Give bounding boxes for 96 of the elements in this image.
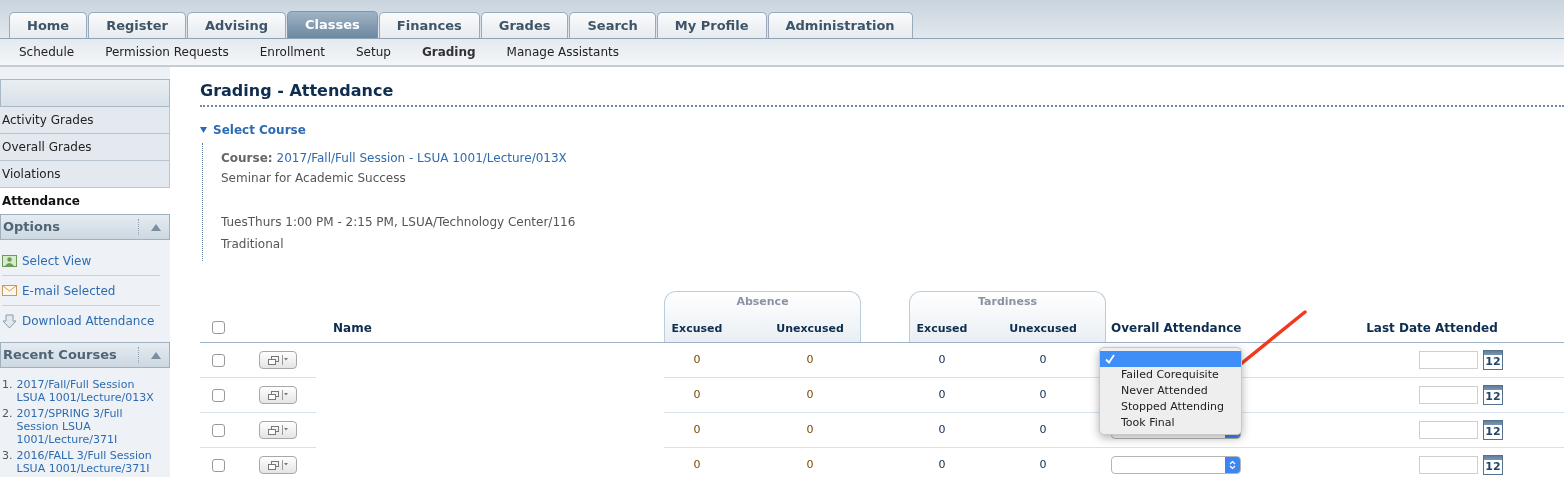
count-cell-text: 0 xyxy=(938,456,946,473)
nav-tab[interactable]: Finances xyxy=(378,12,480,38)
menu-option[interactable]: Failed Corequisite xyxy=(1100,367,1241,383)
row-actions-button[interactable] xyxy=(259,351,297,369)
section-toggle[interactable]: Select Course xyxy=(213,121,306,139)
subnav-link[interactable]: Manage Assistants xyxy=(506,43,619,61)
column-header: Unexcused xyxy=(776,320,844,337)
schedule-text: TuesThurs 1:00 PM - 2:15 PM, LSUA/Technology Center/116 xyxy=(221,214,577,231)
disclosure-icon[interactable] xyxy=(200,127,207,133)
column-header: Unexcused xyxy=(1009,320,1077,337)
up-down-arrows-icon xyxy=(1229,460,1236,470)
recent-course-link[interactable]: 2017/SPRING 3/Full Session LSUA 1001/Lecture/371I xyxy=(16,407,167,446)
calendar-button[interactable]: 12 xyxy=(1483,420,1503,440)
row-checkbox[interactable] xyxy=(211,423,225,437)
nav-tab[interactable]: Administration xyxy=(767,12,913,38)
sidebar-item[interactable]: Activity Grades xyxy=(0,107,170,134)
calendar-button[interactable]: 12 xyxy=(1483,350,1503,370)
course-link[interactable]: 2017/Fall/Full Session - LSUA 1001/Lecture/013X xyxy=(276,149,567,167)
recent-course-link[interactable]: 2017/Fall/Full Session LSUA 1001/Lecture/013X xyxy=(16,378,167,404)
course-label: Course: xyxy=(221,150,273,167)
menu-option[interactable]: Never Attended xyxy=(1100,383,1241,399)
count-cell-text: 0 xyxy=(693,421,701,438)
sidebar-item[interactable]: Overall Grades xyxy=(0,134,170,161)
windows-icon xyxy=(268,425,279,435)
count-cell-text: 0 xyxy=(806,386,814,403)
subnav-link[interactable]: Permission Requests xyxy=(105,43,229,61)
caret-icon xyxy=(282,390,288,400)
page-title: Grading - Attendance xyxy=(200,81,395,101)
recent-course-link[interactable]: 2016/FALL 3/Full Session LSUA 1001/Lecture/371I xyxy=(16,449,167,475)
caret-icon xyxy=(282,355,288,365)
list-number: 3. xyxy=(2,449,13,464)
column-header: Name xyxy=(333,320,372,335)
panel-title: Recent Courses xyxy=(3,346,117,365)
select-all-checkbox[interactable] xyxy=(211,321,225,334)
option-link[interactable]: E-mail Selected xyxy=(22,281,116,300)
option-link[interactable]: Download Attendance xyxy=(22,312,155,330)
subnav-link[interactable]: Schedule xyxy=(19,43,75,61)
caret-icon xyxy=(282,460,288,470)
count-cell-text: 0 xyxy=(1039,456,1047,473)
subnav-link[interactable]: Grading xyxy=(421,43,476,61)
subnav-link[interactable]: Enrollment xyxy=(259,43,325,61)
collapse-icon[interactable] xyxy=(151,223,161,231)
list-number: 1. xyxy=(2,378,13,393)
windows-icon xyxy=(268,355,279,365)
count-cell-text: 0 xyxy=(938,351,946,368)
sidebar-item[interactable]: Attendance xyxy=(0,188,170,214)
date-field[interactable] xyxy=(1419,386,1478,404)
collapse-icon[interactable] xyxy=(151,351,161,359)
column-header: Excused xyxy=(916,320,968,337)
menu-option[interactable]: Stopped Attending xyxy=(1100,399,1241,415)
column-header: Excused xyxy=(671,320,723,337)
count-cell-text: 0 xyxy=(806,351,814,368)
nav-tab[interactable]: My Profile xyxy=(656,12,767,38)
windows-icon xyxy=(268,460,279,470)
checkmark-icon xyxy=(1105,354,1115,364)
count-cell-text: 0 xyxy=(806,421,814,438)
date-field[interactable] xyxy=(1419,351,1478,369)
sidebar-item[interactable]: Violations xyxy=(0,161,170,188)
count-cell-text: 0 xyxy=(938,421,946,438)
count-cell-text: 0 xyxy=(693,351,701,368)
count-cell-text: 0 xyxy=(1039,421,1047,438)
row-actions-button[interactable] xyxy=(259,456,297,474)
mail-icon xyxy=(2,285,17,296)
row-actions-button[interactable] xyxy=(259,421,297,439)
nav-tab[interactable]: Register xyxy=(88,12,186,38)
subnav-link[interactable]: Setup xyxy=(355,43,391,61)
option-link[interactable]: Select View xyxy=(22,251,92,270)
column-header: Last Date Attended xyxy=(1366,320,1498,337)
nav-tab[interactable]: Grades xyxy=(480,12,569,38)
menu-option[interactable]: Took Final xyxy=(1100,415,1241,431)
panel-title: Options xyxy=(3,218,60,237)
nav-tab[interactable]: Search xyxy=(569,12,656,38)
caret-icon xyxy=(282,425,288,435)
calendar-button[interactable]: 12 xyxy=(1483,385,1503,405)
count-cell-text: 0 xyxy=(693,456,701,473)
count-cell-text: 0 xyxy=(693,386,701,403)
row-checkbox[interactable] xyxy=(211,388,225,402)
count-cell-text: 0 xyxy=(1039,351,1047,368)
nav-tab[interactable]: Advising xyxy=(186,12,287,38)
calendar-button[interactable]: 12 xyxy=(1483,455,1503,475)
column-header: Overall Attendance xyxy=(1111,320,1242,335)
person-card-icon xyxy=(2,254,17,267)
nav-tab[interactable]: Home xyxy=(9,12,88,38)
delivery-type: Traditional xyxy=(221,236,285,253)
date-field[interactable] xyxy=(1419,421,1478,439)
list-number: 2. xyxy=(2,407,13,422)
row-checkbox[interactable] xyxy=(211,353,225,367)
row-actions-button[interactable] xyxy=(259,386,297,404)
attendance-select[interactable] xyxy=(1111,456,1241,474)
row-checkbox[interactable] xyxy=(211,458,225,472)
date-field[interactable] xyxy=(1419,456,1478,474)
course-name: Seminar for Academic Success xyxy=(221,170,407,187)
count-cell-text: 0 xyxy=(806,456,814,473)
count-cell-text: 0 xyxy=(938,386,946,403)
windows-icon xyxy=(268,390,279,400)
count-cell-text: 0 xyxy=(1039,386,1047,403)
